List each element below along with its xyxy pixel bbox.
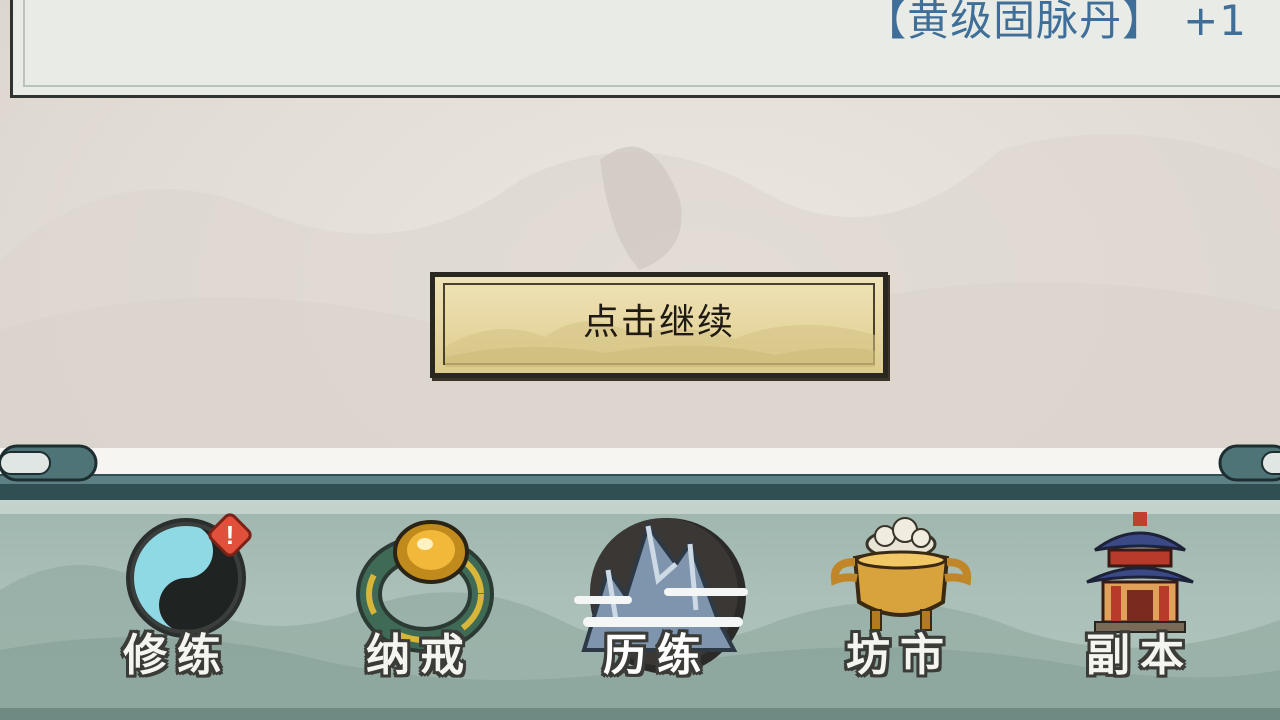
game-screen: 【黄级固脉丹】 +1 点击继续 修练 纳戒 历练 坊市 副本 ! (0, 0, 1280, 720)
nav-item-market[interactable]: 坊市 (815, 500, 985, 710)
continue-button[interactable]: 点击继续 (430, 272, 888, 378)
nav-item-dungeon[interactable]: 副本 (1055, 500, 1225, 710)
scroll-rod (0, 444, 1280, 500)
reward-item-name: 【黄级固脉丹】 (864, 0, 1166, 45)
reward-count: +1 (1183, 0, 1247, 45)
continue-button-label: 点击继续 (582, 302, 735, 343)
alert-mark: ! (226, 520, 235, 550)
nav-item-training[interactable]: 历练 (572, 500, 748, 710)
reward-panel: 【黄级固脉丹】 +1 (10, 0, 1280, 98)
nav-item-storage-ring[interactable]: 纳戒 (335, 500, 505, 710)
nav-label-storage-ring: 纳戒 (366, 630, 474, 681)
nav-label-dungeon: 副本 (1086, 630, 1194, 681)
nav-label-training: 历练 (603, 630, 711, 681)
bottom-nav: 修练 纳戒 历练 坊市 副本 (0, 500, 1280, 720)
nav-label-cultivate: 修练 (123, 630, 231, 681)
nav-label-market: 坊市 (846, 630, 954, 681)
reward-line: 【黄级固脉丹】 +1 (864, 0, 1247, 45)
alert-badge-icon: ! (208, 513, 252, 557)
